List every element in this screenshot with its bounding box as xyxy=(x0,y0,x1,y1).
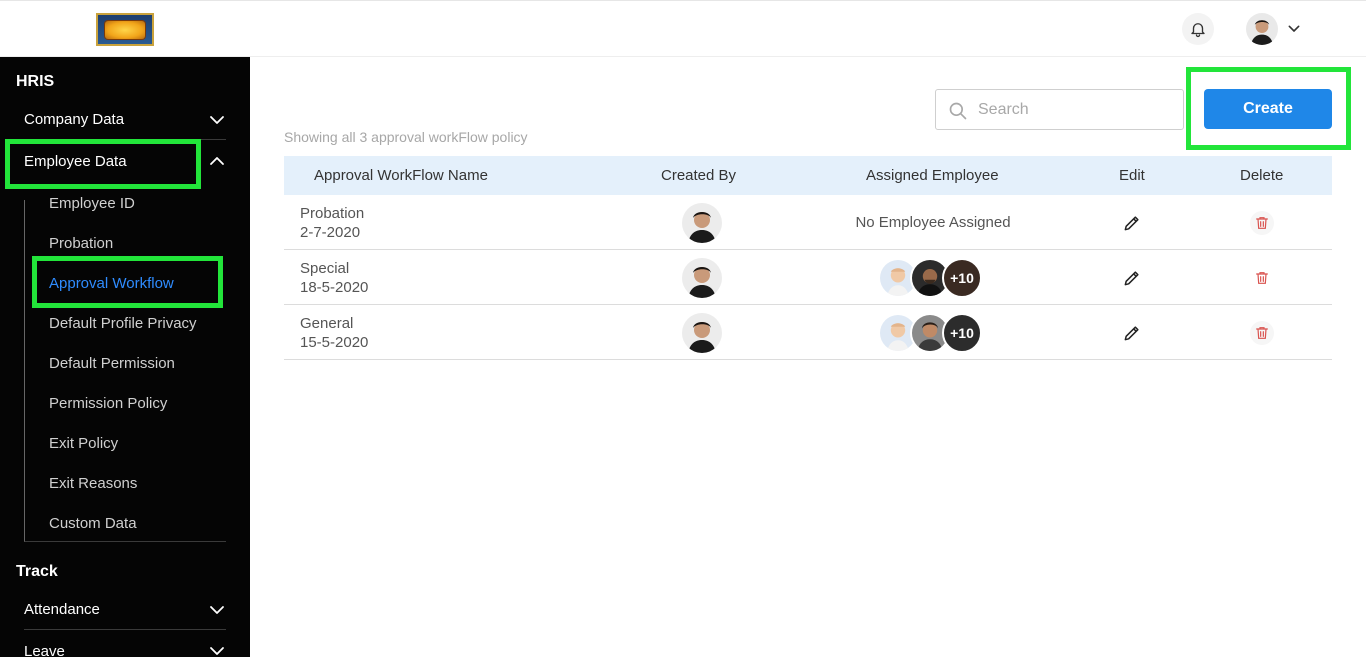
submenu-item-exit-policy[interactable]: Exit Policy xyxy=(49,431,118,455)
column-header-created-by: Created By xyxy=(661,167,737,184)
assigned-avatars[interactable]: +10 xyxy=(878,312,988,353)
sidebar-item-attendance[interactable]: Attendance xyxy=(24,590,226,630)
sidebar-item-label: Company Data xyxy=(24,111,125,128)
avatar[interactable] xyxy=(1246,13,1278,45)
workflow-name: Probation xyxy=(300,205,365,222)
column-header-name: Approval WorkFlow Name xyxy=(314,167,488,184)
trash-icon xyxy=(1256,272,1268,284)
assigned-employee-cell: +10 xyxy=(824,250,1042,305)
table-row[interactable]: General 15-5-2020 +10 xyxy=(284,305,1332,360)
submenu-item-custom-data[interactable]: Custom Data xyxy=(49,511,137,535)
column-header-assigned-employee: Assigned Employee xyxy=(866,167,999,184)
column-header-delete: Delete xyxy=(1240,167,1284,184)
search-icon xyxy=(949,102,967,120)
delete-button[interactable] xyxy=(1250,321,1274,345)
workflow-name-cell: Probation 2-7-2020 xyxy=(300,204,364,242)
sidebar: HRIS Company Data Employee Data Employee… xyxy=(0,57,250,660)
employee-data-submenu: Employee ID Probation Approval Workflow … xyxy=(24,195,226,542)
table-header: Approval WorkFlow Name Created By Assign… xyxy=(284,156,1332,195)
sidebar-item-employee-data[interactable]: Employee Data xyxy=(24,141,226,181)
sidebar-item-leave[interactable]: Leave xyxy=(24,631,226,671)
assigned-employee-cell: +10 xyxy=(824,305,1042,360)
create-button[interactable]: Create xyxy=(1204,89,1332,129)
creator-photo xyxy=(682,258,722,298)
edit-icon[interactable] xyxy=(1122,323,1142,343)
search-box xyxy=(935,89,1184,130)
creator-photo xyxy=(682,313,722,353)
submenu-item-approval-workflow[interactable]: Approval Workflow xyxy=(49,271,174,295)
more-employees-badge[interactable]: +10 xyxy=(942,312,982,353)
sidebar-item-label: Employee Data xyxy=(24,152,127,170)
submenu-item-employee-id[interactable]: Employee ID xyxy=(49,191,135,215)
sidebar-section-track: Track xyxy=(16,563,58,580)
delete-button[interactable] xyxy=(1250,211,1274,235)
workflow-name: Special xyxy=(300,260,350,277)
workflow-name: General xyxy=(300,315,354,332)
created-by-avatar xyxy=(682,203,722,243)
workflow-name-cell: Special 18-5-2020 xyxy=(300,259,368,297)
sidebar-section-hris: HRIS xyxy=(16,73,55,90)
top-header xyxy=(0,0,1366,57)
table-row[interactable]: Probation 2-7-2020 No Employee Assigned xyxy=(284,195,1332,250)
bollywood-logo-icon[interactable] xyxy=(96,13,154,46)
delete-button[interactable] xyxy=(1250,266,1274,290)
creator-photo xyxy=(682,203,722,243)
edit-icon[interactable] xyxy=(1122,213,1142,233)
column-header-edit: Edit xyxy=(1119,167,1145,184)
notification-button[interactable] xyxy=(1182,13,1214,45)
chevron-up-icon xyxy=(210,157,224,165)
workflow-name-cell: General 15-5-2020 xyxy=(300,314,368,352)
assigned-employee-cell: No Employee Assigned xyxy=(824,195,1042,250)
assigned-avatars[interactable]: +10 xyxy=(878,257,988,298)
bell-icon xyxy=(1191,23,1205,38)
no-employee-text: No Employee Assigned xyxy=(855,214,1011,231)
created-by-avatar xyxy=(682,258,722,298)
more-employees-badge[interactable]: +10 xyxy=(942,257,982,298)
submenu-item-exit-reasons[interactable]: Exit Reasons xyxy=(49,471,137,495)
approval-workflow-table: Approval WorkFlow Name Created By Assign… xyxy=(284,156,1332,360)
sidebar-item-label: Attendance xyxy=(24,601,100,618)
submenu-item-probation[interactable]: Probation xyxy=(49,231,113,255)
submenu-item-default-profile-privacy[interactable]: Default Profile Privacy xyxy=(49,311,197,335)
chevron-down-icon xyxy=(210,116,224,124)
workflow-date: 18-5-2020 xyxy=(300,279,369,296)
workflow-date: 15-5-2020 xyxy=(300,334,369,351)
chevron-down-icon[interactable] xyxy=(1286,21,1302,37)
search-input[interactable] xyxy=(978,98,1173,122)
submenu-item-default-permission[interactable]: Default Permission xyxy=(49,351,175,375)
logo-emblem xyxy=(105,20,145,39)
trash-icon xyxy=(1256,327,1268,339)
submenu-item-permission-policy[interactable]: Permission Policy xyxy=(49,391,167,415)
results-count-text: Showing all 3 approval workFlow policy xyxy=(284,129,528,145)
created-by-avatar xyxy=(682,313,722,353)
sidebar-item-company-data[interactable]: Company Data xyxy=(24,100,226,140)
profile-photo xyxy=(1246,13,1278,45)
trash-icon xyxy=(1256,217,1268,229)
table-row[interactable]: Special 18-5-2020 +10 xyxy=(284,250,1332,305)
chevron-down-icon xyxy=(210,606,224,614)
edit-icon[interactable] xyxy=(1122,268,1142,288)
workflow-date: 2-7-2020 xyxy=(300,224,361,241)
